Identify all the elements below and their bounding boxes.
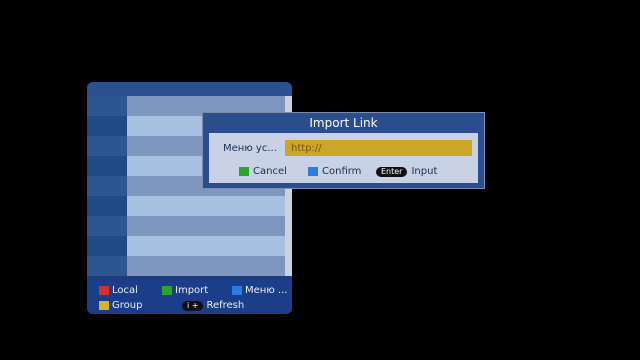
yellow-key-icon [99,301,109,310]
blue-key-icon [232,286,242,295]
enter-key-icon: Enter [376,166,408,177]
legend-menu[interactable]: Меню ... [232,285,287,296]
legend-menu-label: Меню ... [245,285,288,296]
dialog-body: Меню ус... http:// Cancel Confirm Enter … [209,133,478,183]
list-item[interactable] [87,236,285,256]
color-key-legend: Local Import Меню ... Group i + Refresh [87,280,292,314]
legend-local-label: Local [112,285,138,296]
url-value: http:// [291,142,322,154]
list-item-right [127,256,285,276]
list-item-left [87,136,127,156]
blue-key-icon [308,167,318,176]
dialog-buttons: Cancel Confirm Enter Input [209,163,478,181]
confirm-label: Confirm [322,166,362,177]
legend-group[interactable]: Group [99,300,142,311]
list-item-left [87,96,127,116]
list-item[interactable] [87,196,285,216]
list-item-left [87,256,127,276]
confirm-button[interactable]: Confirm [308,166,361,177]
green-key-icon [162,286,172,295]
list-item-left [87,176,127,196]
legend-group-label: Group [112,300,143,311]
cancel-button[interactable]: Cancel [239,166,287,177]
url-input[interactable]: http:// [285,140,472,156]
list-item-right [127,196,285,216]
cancel-label: Cancel [253,166,287,177]
field-label: Меню ус... [223,143,277,154]
list-item-left [87,116,127,136]
legend-import[interactable]: Import [162,285,208,296]
input-button[interactable]: Enter Input [376,166,437,177]
panel-top-bar [87,82,292,96]
green-key-icon [239,167,249,176]
list-item-left [87,236,127,256]
legend-import-label: Import [175,285,209,296]
dialog-title: Import Link [203,113,484,133]
list-item-left [87,156,127,176]
legend-refresh[interactable]: i + Refresh [182,300,244,311]
list-item[interactable] [87,256,285,276]
list-item-right [127,236,285,256]
import-link-dialog: Import Link Меню ус... http:// Cancel Co… [202,112,485,189]
input-label: Input [411,166,438,177]
info-key-icon: i + [182,300,204,311]
list-item[interactable] [87,216,285,236]
list-item-left [87,196,127,216]
list-item-right [127,216,285,236]
legend-local[interactable]: Local [99,285,138,296]
legend-refresh-label: Refresh [206,300,245,311]
red-key-icon [99,286,109,295]
list-item-left [87,216,127,236]
